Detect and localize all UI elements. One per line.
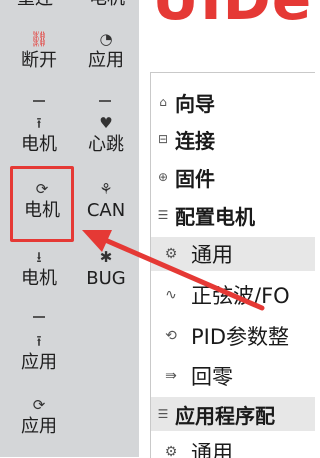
tree-item-wizard[interactable]: ⌂ 向导 [151, 85, 315, 119]
tree-item-app-config[interactable]: ☰ 应用程序配 [151, 397, 315, 431]
can-network-icon: ⚘ [99, 180, 113, 198]
tree-item-label: 通用 [191, 441, 233, 458]
home-icon: ⌂ [159, 95, 167, 109]
tree-item-connect[interactable]: ⊟ 连接 [151, 122, 315, 156]
bug-button[interactable]: ✱ BUG [77, 246, 135, 290]
apply-button[interactable]: ◔ 应用 [77, 28, 135, 72]
sidebar-item-label: 断开 [21, 50, 57, 71]
heartbeat-icon: ♥ [99, 114, 113, 132]
tree-item-label: 固件 [175, 166, 215, 191]
sidebar-cutoff-label: 重连 [6, 0, 64, 10]
tree-item-label: 向导 [175, 91, 215, 116]
sidebar-item-label: CAN [86, 200, 126, 221]
sidebar-item-label: 应用 [88, 50, 124, 71]
list-icon: ☰ [157, 407, 169, 421]
heartbeat-button[interactable]: ♥ 心跳 [77, 112, 135, 156]
pid-icon: ⟲ [165, 328, 177, 344]
gauge-icon: ◔ [99, 30, 113, 48]
can-button[interactable]: ⚘ CAN [77, 178, 135, 222]
tree-item-label: 连接 [175, 128, 215, 153]
sidebar-cutoff-right[interactable]: 电机 [78, 0, 136, 10]
sidebar-cutoff-label: 电机 [78, 0, 136, 10]
sidebar-item-label: BUG [86, 268, 126, 289]
tree-item-label: PID参数整 [191, 325, 290, 349]
tree-item-label: 通用 [191, 243, 233, 267]
tree-item-label: 正弦波/FO [191, 284, 290, 308]
motor-upload-button[interactable]: ⭱ 电机 [10, 112, 68, 156]
tree-item-app-general[interactable]: ⚙ 通用 [151, 435, 315, 458]
upload-arrow-icon: ⭱ [36, 114, 42, 132]
tree-item-label: 回零 [191, 365, 233, 389]
app-logo: UIDe [152, 0, 312, 28]
separator [33, 316, 45, 318]
connect-icon: ⊟ [157, 132, 169, 146]
tree-item-sine-foc[interactable]: ∿ 正弦波/FO [151, 278, 315, 312]
gear-icon: ⚙ [164, 444, 178, 458]
download-arrow-icon: ⭳ [36, 248, 42, 266]
app-refresh-button[interactable]: ⟳ 应用 [10, 394, 68, 438]
sine-wave-icon: ∿ [165, 287, 177, 303]
tree-item-label: 配置电机 [175, 204, 255, 229]
tree-item-general[interactable]: ⚙ 通用 [151, 237, 315, 271]
bug-icon: ✱ [99, 248, 113, 266]
refresh-icon: ⟳ [32, 396, 46, 414]
navigation-tree: ⌂ 向导 ⊟ 连接 ⊕ 固件 ☰ 配置电机 ⚙ 通用 ∿ 正弦波/FO ⟲ PI… [150, 72, 315, 458]
tree-item-pid-tuning[interactable]: ⟲ PID参数整 [151, 319, 315, 353]
app-upload-button[interactable]: ⭱ 应用 [10, 330, 68, 374]
sidebar-cutoff-left[interactable]: 重连 [6, 0, 64, 10]
disconnect-button[interactable]: ⛓ 断开 [10, 28, 68, 72]
firmware-icon: ⊕ [157, 170, 169, 184]
tree-item-homing[interactable]: ⇛ 回零 [151, 359, 315, 393]
disconnect-link-icon: ⛓ [29, 30, 49, 48]
sidebar-item-label: 应用 [21, 352, 57, 373]
tree-item-motor-config[interactable]: ☰ 配置电机 [151, 198, 315, 232]
tree-item-label: 应用程序配 [175, 403, 275, 428]
upload-arrow-icon: ⭱ [36, 332, 42, 350]
sidebar-item-label: 心跳 [88, 134, 124, 155]
sidebar-panel: 重连 电机 ⛓ 断开 ◔ 应用 ⭱ 电机 ♥ 心跳 ⟳ 电机 ⚘ CAN ⭳ 电… [0, 0, 139, 457]
sidebar-item-label: 电机 [21, 268, 57, 289]
gear-icon: ⚙ [164, 246, 178, 262]
separator [99, 100, 111, 102]
sidebar-item-label: 应用 [21, 416, 57, 437]
separator [33, 100, 45, 102]
sidebar-item-label: 电机 [21, 134, 57, 155]
tree-item-firmware[interactable]: ⊕ 固件 [151, 160, 315, 194]
list-icon: ☰ [157, 208, 169, 222]
motor-download-button[interactable]: ⭳ 电机 [10, 246, 68, 290]
homing-icon: ⇛ [165, 368, 177, 384]
highlight-box [10, 166, 74, 242]
